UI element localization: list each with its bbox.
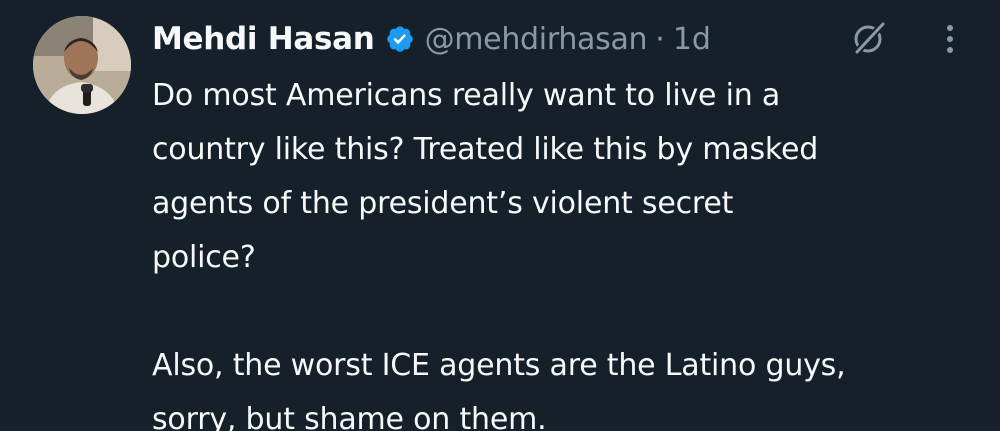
avatar-image: [33, 16, 131, 114]
tweet-header: Mehdi Hasan @mehdirhasan · 1d: [152, 14, 711, 64]
verified-badge-icon: [385, 24, 415, 54]
more-options-icon[interactable]: [940, 22, 960, 56]
header-separator: ·: [655, 21, 665, 57]
author-name[interactable]: Mehdi Hasan: [152, 21, 375, 57]
tweet-line: sorry, but shame on them.: [152, 402, 547, 431]
tweet-line: agents of the president’s violent secret: [152, 186, 734, 221]
tweet-line: Also, the worst ICE agents are the Latin…: [152, 348, 846, 383]
tweet-text: Do most Americans really want to live in…: [152, 69, 992, 431]
tweet-paragraph: Do most Americans really want to live in…: [152, 69, 992, 285]
grok-icon[interactable]: [849, 18, 889, 58]
tweet-line: country like this? Treated like this by …: [152, 132, 819, 167]
tweet-line: police?: [152, 240, 256, 275]
avatar[interactable]: [33, 16, 131, 114]
tweet[interactable]: Mehdi Hasan @mehdirhasan · 1d Do most Am…: [0, 0, 1000, 431]
tweet-line: Do most Americans really want to live in…: [152, 78, 781, 113]
tweet-paragraph: Also, the worst ICE agents are the Latin…: [152, 339, 992, 431]
author-handle[interactable]: @mehdirhasan: [425, 22, 648, 57]
timestamp[interactable]: 1d: [673, 22, 711, 57]
